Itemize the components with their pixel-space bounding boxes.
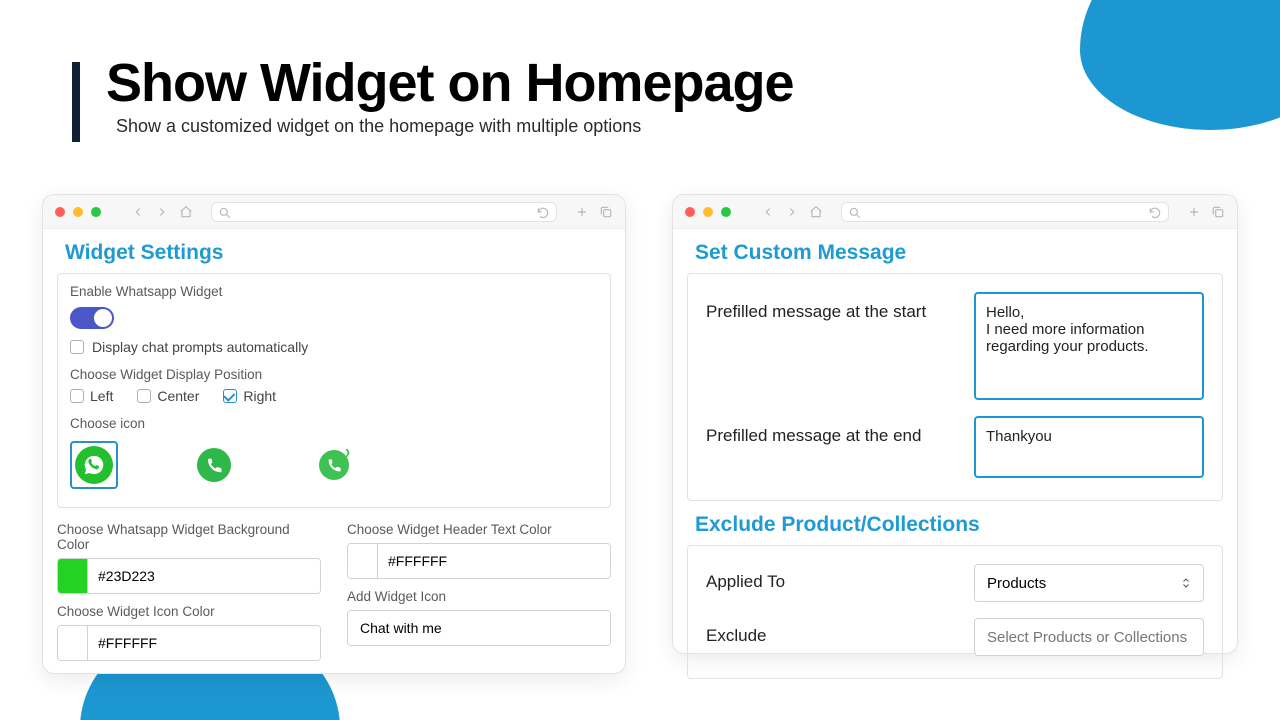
exclude-title: Exclude Product/Collections: [673, 501, 1237, 545]
copy-icon[interactable]: [1211, 205, 1225, 219]
url-bar[interactable]: [211, 202, 557, 222]
prefill-end-textarea[interactable]: Thankyou: [974, 416, 1204, 478]
widget-settings-title: Widget Settings: [43, 229, 625, 273]
icon-color-swatch[interactable]: [58, 626, 88, 660]
custom-message-panel: Prefilled message at the start Hello, I …: [687, 273, 1223, 501]
header-text-color-input[interactable]: [378, 544, 610, 578]
forward-icon[interactable]: [785, 205, 799, 219]
whatsapp-icon-option-1[interactable]: [70, 441, 118, 489]
phone-icon: [326, 457, 342, 473]
position-center[interactable]: Center: [137, 388, 199, 404]
copy-icon[interactable]: [599, 205, 613, 219]
toggle-knob: [94, 309, 112, 327]
widget-settings-panel: Enable Whatsapp Widget Display chat prom…: [57, 273, 611, 508]
browser-nav-icons: [131, 205, 193, 219]
choose-icon-label: Choose icon: [70, 416, 598, 431]
search-icon: [218, 206, 232, 220]
traffic-light-zoom[interactable]: [91, 207, 101, 217]
add-icon-label: Add Widget Icon: [347, 589, 611, 604]
select-caret-icon: [1180, 576, 1192, 590]
exclude-panel: Applied To Products Exclude: [687, 545, 1223, 679]
decorative-blob-top-right: [1080, 0, 1280, 130]
bg-color-swatch[interactable]: [58, 559, 88, 593]
window-titlebar: [43, 195, 625, 229]
icon-color-input-wrap: [57, 625, 321, 661]
page-header: Show Widget on Homepage Show a customize…: [72, 52, 794, 137]
page-title: Show Widget on Homepage: [72, 52, 794, 114]
header-text-color-input-wrap: [347, 543, 611, 579]
position-left-checkbox[interactable]: [70, 389, 84, 403]
back-icon[interactable]: [131, 205, 145, 219]
applied-to-label: Applied To: [706, 564, 974, 592]
enable-widget-label: Enable Whatsapp Widget: [70, 284, 598, 299]
page-subtitle: Show a customized widget on the homepage…: [72, 116, 794, 137]
display-prompts-checkbox[interactable]: [70, 340, 84, 354]
window-titlebar: [673, 195, 1237, 229]
header-text-color-label: Choose Widget Header Text Color: [347, 522, 611, 537]
bg-color-input-wrap: [57, 558, 321, 594]
bg-color-input[interactable]: [88, 559, 320, 593]
new-tab-icon[interactable]: [575, 205, 589, 219]
position-left[interactable]: Left: [70, 388, 113, 404]
forward-icon[interactable]: [155, 205, 169, 219]
whatsapp-icon: [83, 454, 105, 476]
position-options: Left Center Right: [70, 388, 598, 404]
position-right-checkbox[interactable]: [223, 389, 237, 403]
exclude-input[interactable]: [974, 618, 1204, 656]
enable-widget-toggle[interactable]: [70, 307, 114, 329]
add-icon-input[interactable]: [348, 611, 610, 645]
reload-icon[interactable]: [1148, 206, 1162, 220]
header-accent-bar: [72, 62, 80, 142]
home-icon[interactable]: [179, 205, 193, 219]
add-icon-input-wrap: [347, 610, 611, 646]
custom-message-window: Set Custom Message Prefilled message at …: [672, 194, 1238, 654]
prefill-start-label: Prefilled message at the start: [706, 292, 974, 322]
traffic-light-close[interactable]: [685, 207, 695, 217]
back-icon[interactable]: [761, 205, 775, 219]
icon-color-input[interactable]: [88, 626, 320, 660]
whatsapp-icon: [205, 456, 223, 474]
color-settings: Choose Whatsapp Widget Background Color …: [43, 522, 625, 675]
display-prompts-label: Display chat prompts automatically: [92, 339, 308, 355]
reload-icon[interactable]: [536, 206, 550, 220]
url-bar[interactable]: [841, 202, 1169, 222]
applied-to-select[interactable]: Products: [974, 564, 1204, 602]
widget-settings-window: Widget Settings Enable Whatsapp Widget D…: [42, 194, 626, 674]
icon-color-label: Choose Widget Icon Color: [57, 604, 321, 619]
exclude-label: Exclude: [706, 618, 974, 646]
traffic-light-zoom[interactable]: [721, 207, 731, 217]
bg-color-label: Choose Whatsapp Widget Background Color: [57, 522, 321, 552]
whatsapp-icon-option-2[interactable]: [190, 441, 238, 489]
prefill-start-textarea[interactable]: Hello, I need more information regarding…: [974, 292, 1204, 400]
new-tab-icon[interactable]: [1187, 205, 1201, 219]
icon-options: ❱: [70, 441, 598, 493]
prefill-end-label: Prefilled message at the end: [706, 416, 974, 446]
position-label: Choose Widget Display Position: [70, 367, 598, 382]
position-center-checkbox[interactable]: [137, 389, 151, 403]
position-right[interactable]: Right: [223, 388, 276, 404]
whatsapp-icon-option-3[interactable]: ❱: [310, 441, 358, 489]
header-text-color-swatch[interactable]: [348, 544, 378, 578]
custom-message-title: Set Custom Message: [673, 229, 1237, 273]
traffic-light-close[interactable]: [55, 207, 65, 217]
search-icon: [848, 206, 862, 220]
display-prompts-row[interactable]: Display chat prompts automatically: [70, 339, 598, 355]
home-icon[interactable]: [809, 205, 823, 219]
traffic-light-minimize[interactable]: [73, 207, 83, 217]
traffic-light-minimize[interactable]: [703, 207, 713, 217]
browser-nav-icons: [761, 205, 823, 219]
